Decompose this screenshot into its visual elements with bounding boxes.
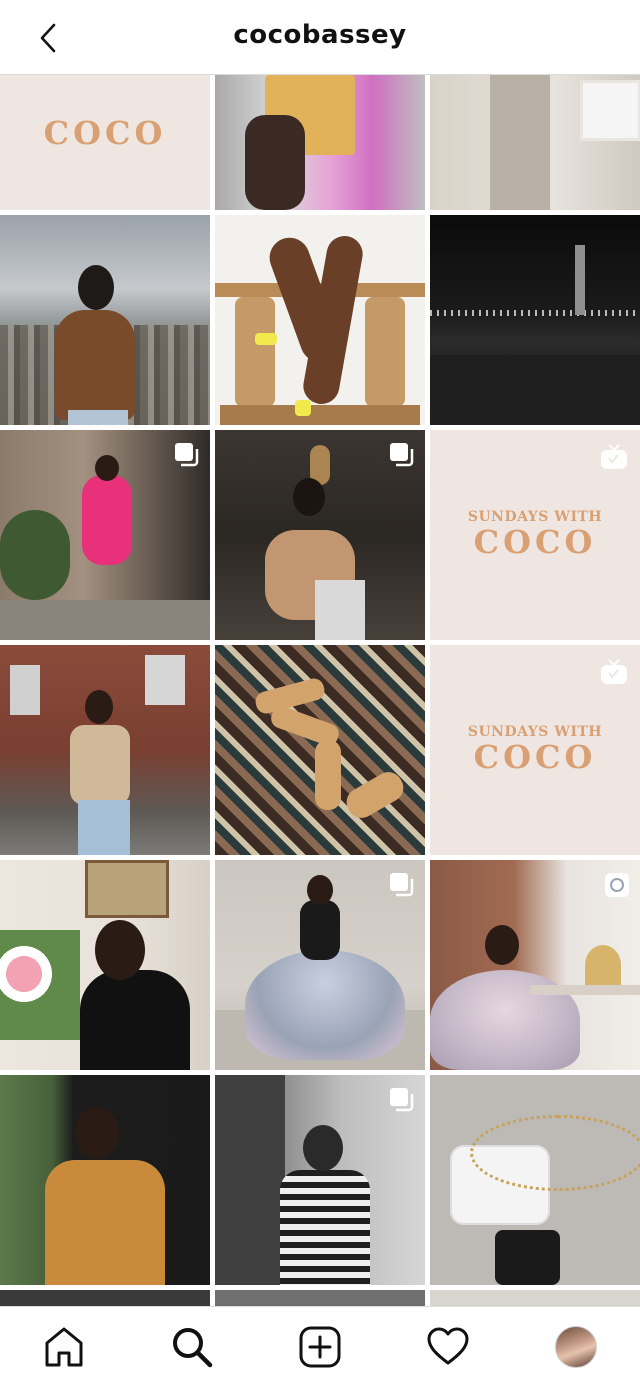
multiple-photos-icon bbox=[175, 443, 199, 467]
promo-big-text: COCO bbox=[473, 738, 597, 776]
grid-tile-yellow-bag[interactable] bbox=[215, 75, 425, 210]
grid-tile-sundays-with-coco[interactable]: SUNDAYS WITH COCO bbox=[430, 430, 640, 640]
multiple-photos-icon bbox=[390, 1088, 414, 1112]
grid-tile-pink-dress[interactable] bbox=[0, 430, 210, 640]
bottom-tab-bar bbox=[0, 1306, 640, 1386]
grid-tile-night-bridge[interactable] bbox=[430, 215, 640, 425]
grid-tile-tulle-skirt[interactable] bbox=[215, 860, 425, 1070]
profile-username: cocobassey bbox=[233, 20, 407, 50]
heart-icon bbox=[427, 1327, 469, 1365]
tab-create[interactable] bbox=[294, 1321, 346, 1373]
grid-tile-sundays-with-coco[interactable]: SUNDAYS WITH COCO bbox=[430, 645, 640, 855]
promo-big-text: COCO bbox=[43, 113, 167, 152]
top-bar: cocobassey bbox=[0, 0, 640, 75]
grid-tile-striped-sweater[interactable] bbox=[215, 1075, 425, 1285]
photo-grid: COCO SUNDAYS WITH COCO SUNDAYS WITH COCO bbox=[0, 0, 640, 1386]
grid-tile-bench-pose[interactable] bbox=[215, 215, 425, 425]
multiple-photos-icon bbox=[390, 443, 414, 467]
grid-tile-brownstone-vest[interactable] bbox=[0, 645, 210, 855]
grid-tile-orange-cardigan[interactable] bbox=[0, 1075, 210, 1285]
tab-search[interactable] bbox=[166, 1321, 218, 1373]
plus-square-icon bbox=[299, 1326, 341, 1368]
tab-profile[interactable] bbox=[550, 1321, 602, 1373]
home-icon bbox=[45, 1327, 83, 1367]
tab-activity[interactable] bbox=[422, 1321, 474, 1373]
grid-tile-cake-table[interactable] bbox=[430, 860, 640, 1070]
grid-tile-handbags[interactable] bbox=[430, 1075, 640, 1285]
igtv-icon bbox=[601, 659, 627, 684]
grid-tile-coco-title[interactable]: COCO bbox=[0, 75, 210, 210]
promo-big-text: COCO bbox=[473, 523, 597, 561]
multiple-photos-icon bbox=[390, 873, 414, 897]
avatar bbox=[555, 1326, 597, 1368]
grid-tile-window-chair[interactable] bbox=[430, 75, 640, 210]
tab-home[interactable] bbox=[38, 1321, 90, 1373]
video-icon bbox=[605, 873, 629, 897]
grid-tile-flowers-portrait[interactable] bbox=[0, 860, 210, 1070]
grid-tile-city-jacket[interactable] bbox=[0, 215, 210, 425]
igtv-icon bbox=[601, 444, 627, 469]
grid-tile-cafe-sweater[interactable] bbox=[215, 430, 425, 640]
grid-tile-sandals-rug[interactable] bbox=[215, 645, 425, 855]
search-icon bbox=[173, 1328, 213, 1368]
